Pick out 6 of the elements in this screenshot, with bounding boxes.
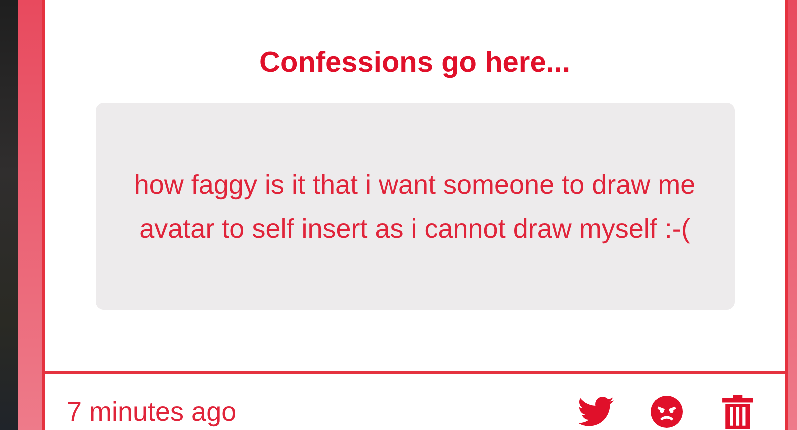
report-button[interactable] — [648, 394, 686, 430]
confession-text: how faggy is it that i want someone to draw me avatar to self insert as i cannot draw myself :-( — [133, 168, 697, 246]
bird-icon — [578, 397, 614, 427]
card-title: Confessions go here... — [260, 47, 570, 80]
timestamp: 7 minutes ago — [67, 396, 238, 428]
trash-icon — [722, 395, 754, 429]
